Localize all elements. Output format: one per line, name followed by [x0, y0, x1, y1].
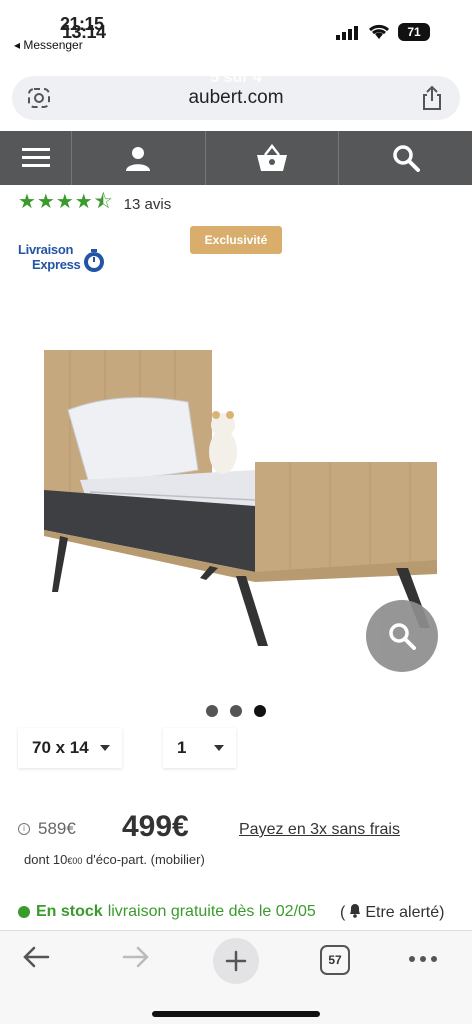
installments-link[interactable]: Payez en 3x sans frais	[239, 821, 400, 839]
back-to-app-link[interactable]: ◂ Messenger	[14, 38, 83, 52]
eco-participation-note: dont 10€00 d'éco-part. (mobilier)	[24, 852, 205, 867]
url-text[interactable]: aubert.com	[12, 87, 460, 109]
basket-icon	[257, 144, 287, 171]
bell-icon	[350, 904, 361, 918]
alert-paren: (	[340, 904, 346, 921]
status-bar: 21:15 13:14 ◂ Messenger 71	[0, 0, 472, 56]
home-indicator	[152, 1011, 320, 1017]
eco-suffix: d'éco-part. (mobilier)	[82, 852, 205, 867]
express-delivery-logo: Livraison Express	[18, 242, 104, 272]
price-row: i 589€ 499€ Payez en 3x sans frais	[18, 806, 458, 846]
eco-prefix: dont 10	[24, 852, 68, 867]
carousel-dot-1[interactable]	[205, 705, 218, 717]
express-line1: Livraison	[18, 242, 74, 257]
back-arrow-icon[interactable]	[20, 943, 52, 971]
magnifier-icon	[389, 623, 416, 650]
chevron-down-icon	[100, 745, 110, 751]
new-tab-button[interactable]	[213, 938, 259, 984]
rating-summary[interactable]: ★★★★⯪ 13 avis	[18, 187, 171, 221]
tabs-button[interactable]: 57	[320, 945, 350, 975]
wifi-icon	[368, 24, 390, 39]
old-price: 589€	[38, 819, 76, 838]
in-stock-dot-icon	[18, 906, 30, 918]
carousel-dots	[0, 704, 472, 722]
info-icon[interactable]: i	[18, 823, 30, 835]
exclusive-badge: Exclusivité	[190, 226, 282, 254]
quantity-select-value: 1	[177, 738, 187, 757]
size-select-value: 70 x 14	[32, 738, 89, 757]
search-button[interactable]	[339, 131, 472, 185]
site-navigation-bar	[0, 131, 472, 185]
reviews-count[interactable]: 13 avis	[124, 196, 172, 213]
size-select[interactable]: 70 x 14	[18, 728, 122, 768]
browser-toolbar: 57	[0, 930, 472, 1024]
zoom-button[interactable]	[366, 600, 438, 672]
express-line2: Express	[32, 257, 81, 272]
stopwatch-icon	[84, 249, 104, 272]
account-button[interactable]	[72, 131, 206, 185]
more-icon[interactable]	[408, 947, 438, 971]
cellular-signal-icon	[336, 26, 358, 40]
hamburger-menu-icon	[21, 148, 50, 167]
alert-me-link[interactable]: ( Etre alerté)	[340, 903, 444, 922]
stock-label: En stock	[36, 903, 103, 920]
share-icon[interactable]	[420, 85, 444, 111]
chevron-down-icon	[214, 745, 224, 751]
eco-currency: €00	[67, 856, 83, 866]
page-title-ghost: 5 sur 4	[210, 69, 262, 86]
user-icon	[126, 147, 151, 171]
search-icon	[392, 145, 420, 172]
carousel-dot-3[interactable]	[254, 705, 267, 717]
free-delivery-text: livraison gratuite dès le 02/05	[107, 903, 316, 920]
quantity-select[interactable]: 1	[163, 728, 236, 768]
forward-arrow-icon[interactable]	[120, 943, 152, 971]
star-rating: ★★★★⯪	[18, 191, 114, 213]
alert-label: Etre alerté)	[365, 904, 445, 921]
stock-status: En stock livraison gratuite dès le 02/05	[18, 903, 316, 921]
current-price: 499€	[122, 810, 189, 843]
plus-icon	[225, 950, 247, 972]
basket-button[interactable]	[206, 131, 340, 185]
address-bar[interactable]: 5 sur 4 aubert.com	[12, 69, 460, 120]
battery-indicator: 71	[398, 23, 430, 41]
menu-button[interactable]	[0, 131, 72, 185]
carousel-dot-2[interactable]	[230, 705, 242, 717]
